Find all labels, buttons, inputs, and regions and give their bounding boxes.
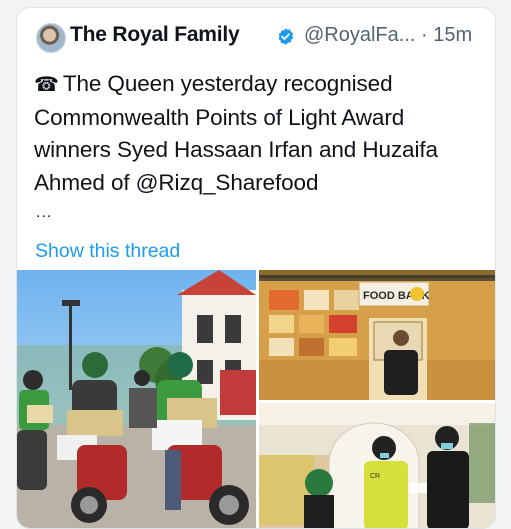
vest-text: CR [370, 473, 380, 480]
tweet-text: ☎ The Queen yesterday recognised Commonwe… [34, 68, 484, 199]
separator-dot: · [421, 24, 428, 46]
ellipsis: ... [36, 204, 53, 221]
handle-and-time: @RoyalFa... · 15m [304, 24, 472, 47]
telephone-icon: ☎ [34, 74, 59, 96]
tweet-body: The Queen yesterday recognised Commonwea… [34, 71, 438, 195]
tweet-header: The Royal Family @RoyalFa... · 15m [36, 22, 486, 53]
verified-badge-icon [278, 28, 294, 45]
photo-motorbike-riders[interactable] [17, 270, 256, 529]
author-handle[interactable]: @RoyalFa... [304, 24, 415, 46]
tweet-card[interactable]: The Royal Family @RoyalFa... · 15m ☎ The … [16, 7, 496, 529]
media-grid: FOOD BANK CR [17, 270, 495, 529]
photo-volunteers[interactable]: CR [259, 403, 495, 529]
photo-food-bank-sign[interactable]: FOOD BANK [259, 270, 495, 400]
author-name[interactable]: The Royal Family [70, 23, 240, 47]
show-thread-link[interactable]: Show this thread [35, 240, 180, 263]
avatar[interactable] [36, 23, 66, 53]
timestamp[interactable]: 15m [433, 24, 472, 46]
